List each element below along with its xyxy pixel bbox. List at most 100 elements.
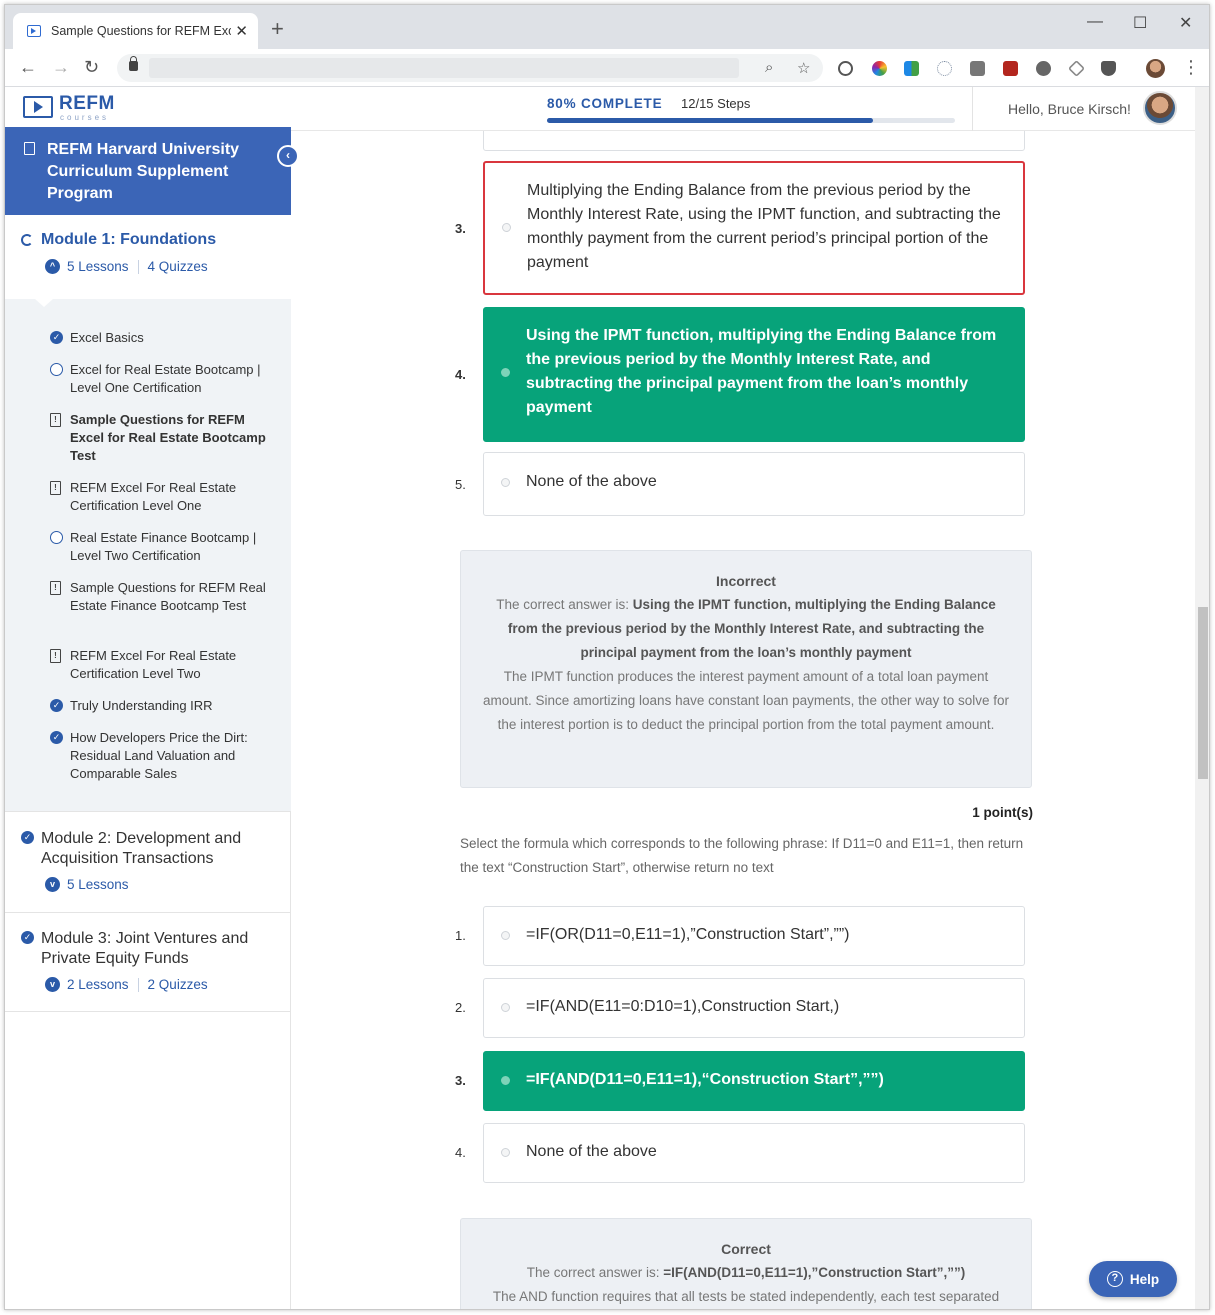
close-window-button[interactable]: ✕ [1179,13,1192,33]
module-divider [5,912,291,913]
step-label: Excel for Real Estate Bootcamp | Level O… [70,362,261,395]
minimize-button[interactable]: — [1087,13,1103,31]
module-1-quizzes[interactable]: 4 Quizzes [148,259,208,274]
extension-recycle-icon[interactable] [838,61,853,76]
module-3-title[interactable]: Module 3: Joint Ventures and Private Equ… [41,929,271,969]
forward-button[interactable]: → [52,58,70,76]
radio-button[interactable] [501,368,510,377]
feedback-correct: Correct The correct answer is: =IF(AND(D… [460,1218,1032,1309]
answer-option-incorrect[interactable]: Multiplying the Ending Balance from the … [483,161,1025,295]
tab-favicon-icon [27,25,41,37]
extension-g-icon[interactable] [970,61,985,76]
module-2-lessons[interactable]: 5 Lessons [67,877,129,892]
extension-color-icon[interactable] [872,61,887,76]
answer-number: 4. [455,1145,466,1160]
answer-text: Multiplying the Ending Balance from the … [527,182,1001,271]
help-label: Help [1129,1271,1160,1287]
quiz-icon: ! [50,481,61,495]
tab-close-icon[interactable]: ✕ [235,22,248,40]
course-title[interactable]: REFM Harvard University Curriculum Suppl… [47,139,262,205]
scrollbar-thumb[interactable] [1198,607,1208,779]
tab-title: Sample Questions for REFM Exce [51,24,231,38]
answer-option[interactable]: None of the above [483,1123,1025,1183]
radio-button[interactable] [501,1076,510,1085]
answer-text: =IF(AND(E11=0:D10=1),Construction Start,… [526,998,840,1015]
progress-bar [547,118,955,123]
question-text: Select the formula which corresponds to … [460,836,1024,875]
answer-option[interactable]: =IF(AND(E11=0:D10=1),Construction Start,… [483,978,1025,1038]
browser-menu-icon[interactable]: ⋮ [1182,58,1200,76]
radio-button[interactable] [501,1148,510,1157]
module-2-title[interactable]: Module 2: Development and Acquisition Tr… [41,829,271,869]
radio-button[interactable] [501,931,510,940]
step-label: REFM Excel For Real Estate Certification… [70,648,237,681]
module-1-meta: ^ 5 Lessons 4 Quizzes [45,259,208,274]
answer-text: Using the IPMT function, multiplying the… [526,327,997,416]
course-header[interactable]: REFM Harvard University Curriculum Suppl… [5,127,291,215]
empty-circle-icon [50,363,63,376]
progress-steps: 12/15 Steps [681,96,751,111]
extension-pdf-icon[interactable] [1003,61,1018,76]
answer-option[interactable]: None of the above [483,452,1025,516]
step-label: Excel Basics [70,330,144,345]
feedback-heading: Incorrect [716,573,776,589]
refm-logo[interactable]: REFM courses [23,93,143,123]
extension-snowflake-icon[interactable] [937,61,952,76]
extension-dropbox-icon[interactable] [1068,60,1085,77]
header-notch [35,299,53,307]
back-button[interactable]: ← [19,58,37,76]
check-icon: ✓ [50,699,63,712]
chevron-down-icon[interactable]: v [45,977,60,992]
answer-text: None of the above [526,473,657,490]
extension-shield-icon[interactable] [1101,61,1116,76]
check-icon: ✓ [50,731,63,744]
address-bar[interactable]: ⌕ ☆ [117,54,823,82]
radio-button[interactable] [502,223,511,232]
bookmark-star-icon[interactable]: ☆ [797,59,810,77]
module-2-meta: v 5 Lessons [45,877,129,892]
step-label: Sample Questions for REFM Excel for Real… [70,412,266,463]
feedback-explanation: The IPMT function produces the interest … [482,669,1010,732]
radio-button[interactable] [501,1003,510,1012]
page-scrollbar[interactable] [1195,87,1209,1309]
check-icon: ✓ [50,331,63,344]
profile-avatar[interactable] [1146,59,1165,78]
extension-circle-icon[interactable] [1036,61,1051,76]
answer-option[interactable] [483,131,1025,151]
reload-button[interactable]: ↻ [84,58,99,76]
quiz-content: 3. Multiplying the Ending Balance from t… [295,131,1195,1309]
chevron-down-icon[interactable]: v [45,877,60,892]
answer-option-correct[interactable]: Using the IPMT function, multiplying the… [483,307,1025,442]
feedback-answer: The correct answer is: Using the IPMT fu… [481,593,1011,665]
feedback-correct-answer: =IF(AND(D11=0,E11=1),”Construction Start… [663,1265,966,1280]
progress-bar-fill [547,118,874,123]
chevron-up-icon[interactable]: ^ [45,259,60,274]
extension-maps-icon[interactable] [904,61,919,76]
module-1: Module 1: Foundations ^ 5 Lessons 4 Quiz… [5,215,291,811]
module-3-quizzes[interactable]: 2 Quizzes [148,977,208,992]
module-1-header[interactable]: Module 1: Foundations ^ 5 Lessons 4 Quiz… [5,215,291,299]
browser-toolbar: ← → ↻ ⌕ ☆ ⋮ [5,49,1209,87]
answer-number: 5. [455,477,466,492]
empty-circle-icon [50,531,63,544]
maximize-button[interactable]: ☐ [1133,13,1147,33]
url-field[interactable] [149,58,739,78]
answer-number: 3. [455,1073,466,1088]
radio-button[interactable] [501,478,510,487]
step-label: REFM Excel For Real Estate Certification… [70,480,237,513]
module-1-lessons[interactable]: 5 Lessons [67,259,129,274]
check-icon: ✓ [21,931,34,944]
module-1-title[interactable]: Module 1: Foundations [41,230,216,250]
lock-icon [129,56,138,71]
question-points: 1 point(s) [972,805,1033,820]
user-greeting: Hello, Bruce Kirsch! [1008,101,1131,117]
answer-option-correct[interactable]: =IF(AND(D11=0,E11=1),“Construction Start… [483,1051,1025,1111]
module-divider [5,1011,291,1012]
browser-tab[interactable]: Sample Questions for REFM Exce ✕ [13,13,258,49]
new-tab-button[interactable]: + [271,18,284,40]
answer-option[interactable]: =IF(OR(D11=0,E11=1),”Construction Start”… [483,906,1025,966]
module-3-lessons[interactable]: 2 Lessons [67,977,129,992]
zoom-icon[interactable]: ⌕ [765,59,773,76]
user-avatar[interactable] [1143,91,1177,125]
help-button[interactable]: ? Help [1089,1261,1177,1297]
